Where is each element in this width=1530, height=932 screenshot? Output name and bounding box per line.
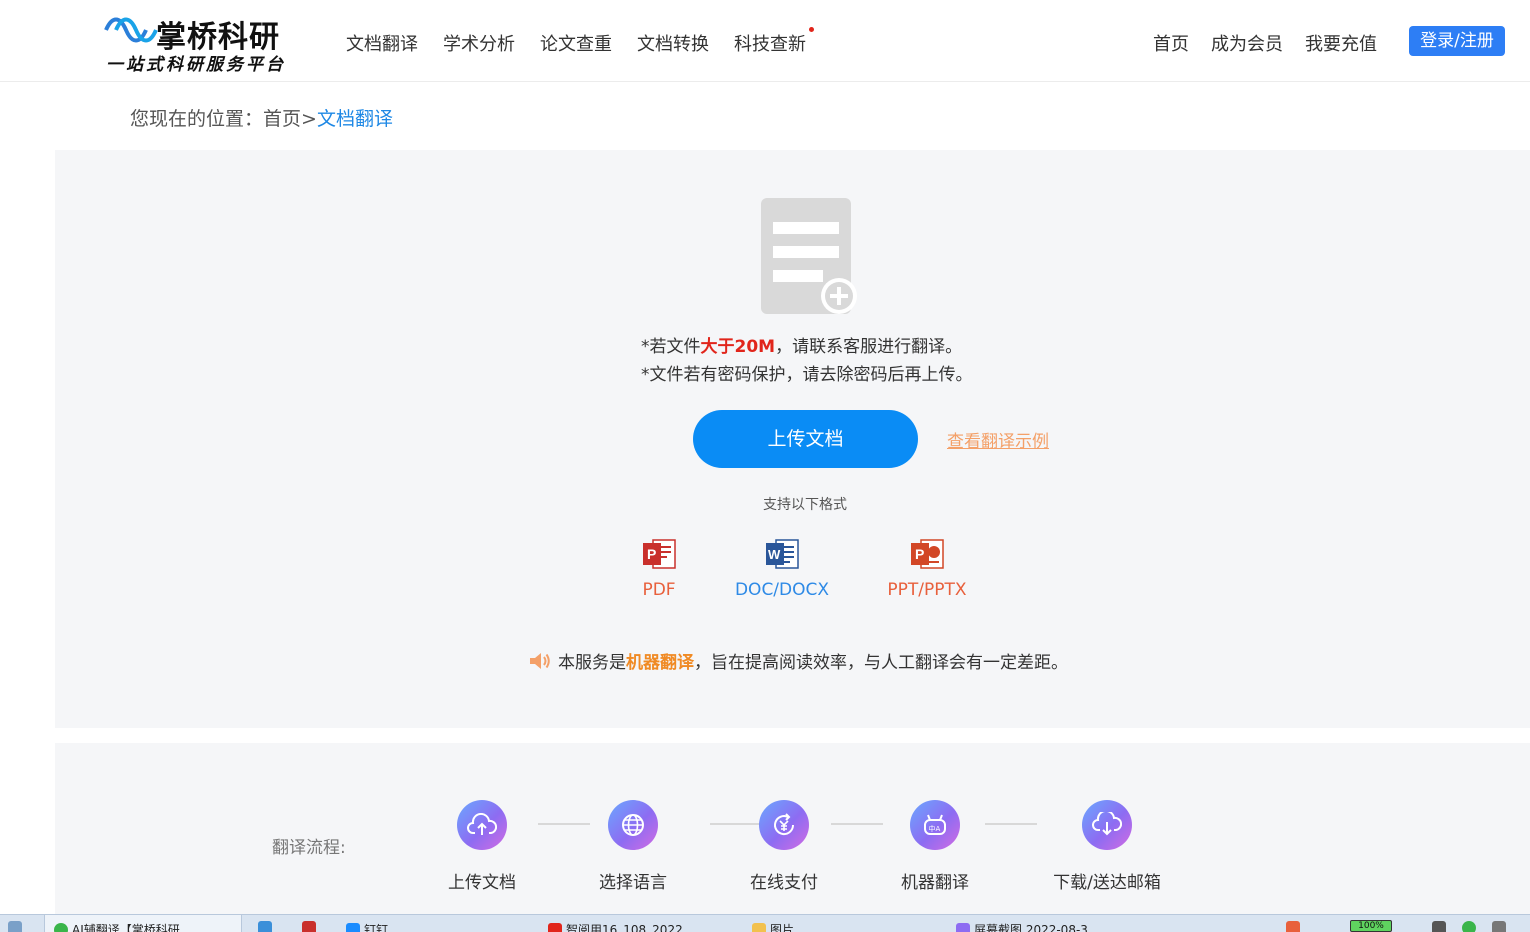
taskbar-folder-label: 图片 <box>770 923 795 932</box>
document-add-icon[interactable] <box>761 198 857 316</box>
step-download: 下载/送达邮箱 <box>1047 800 1167 893</box>
taskbar-app-2[interactable] <box>302 921 320 932</box>
upload-document-button[interactable]: 上传文档 <box>693 410 918 468</box>
format-pdf-label: PDF <box>642 580 676 600</box>
nav-academic-analysis[interactable]: 学术分析 <box>443 30 515 56</box>
nav-home[interactable]: 首页 <box>1153 30 1189 56</box>
main-nav: 文档翻译 学术分析 论文查重 文档转换 科技查新 <box>346 27 831 56</box>
step-machine-translate-label: 机器翻译 <box>901 873 969 893</box>
new-dot-badge <box>809 27 814 32</box>
notice-suffix: ，旨在提高阅读效率，与人工翻译会有一定差距。 <box>694 653 1068 673</box>
tray-icon-3[interactable] <box>1492 921 1510 932</box>
app-icon <box>302 921 316 932</box>
wave-logo-icon <box>104 17 158 43</box>
tray-icon <box>1462 921 1476 932</box>
step-download-label: 下载/送达邮箱 <box>1053 873 1161 893</box>
upload-notes: *若文件大于20M，请联系客服进行翻译。 *文件若有密码保护，请去除密码后再上传… <box>641 333 973 389</box>
taskbar-folder[interactable]: 图片 <box>752 921 794 932</box>
powerpoint-file-icon: P <box>911 539 944 569</box>
format-ppt: P PPT/PPTX <box>880 538 974 600</box>
svg-text:中A: 中A <box>929 824 941 833</box>
note-password: *文件若有密码保护，请去除密码后再上传。 <box>641 365 973 385</box>
step-payment: 在线支付 <box>734 800 834 893</box>
nav-novelty-search[interactable]: 科技查新 <box>734 27 814 56</box>
robot-translate-icon: 中A <box>910 800 960 850</box>
view-example-link[interactable]: 查看翻译示例 <box>947 427 1049 452</box>
taskbar-browser[interactable]: AI辅翻译【掌桥科研 <box>54 921 180 932</box>
breadcrumb-home[interactable]: 首页 <box>263 108 301 130</box>
breadcrumb-prefix: 您现在的位置： <box>130 108 264 130</box>
step-connector <box>985 823 1037 825</box>
svg-text:W: W <box>768 547 781 562</box>
breadcrumb: 您现在的位置：首页>文档翻译 <box>130 104 393 131</box>
globe-icon <box>608 800 658 850</box>
site-logo[interactable]: 掌桥科研 一站式科研服务平台 <box>104 10 304 75</box>
right-nav: 首页 成为会员 我要充值 <box>1153 30 1399 56</box>
nav-become-member[interactable]: 成为会员 <box>1211 30 1283 56</box>
speaker-icon <box>530 652 550 669</box>
tray-icon-1[interactable] <box>1432 921 1450 932</box>
taskbar-dingtalk[interactable]: 钉钉 <box>346 921 388 932</box>
nav-plagiarism-check[interactable]: 论文查重 <box>540 30 612 56</box>
app-icon <box>258 921 272 932</box>
taskbar-start[interactable] <box>8 921 26 932</box>
note-size-limit: *若文件大于20M，请联系客服进行翻译。 <box>641 333 973 361</box>
format-pdf: P PDF <box>628 538 690 600</box>
taskbar-dingtalk-label: 钉钉 <box>364 923 389 932</box>
nav-recharge[interactable]: 我要充值 <box>1305 30 1377 56</box>
tray-app-icon <box>1286 921 1300 932</box>
tray-icon <box>1492 921 1506 932</box>
breadcrumb-separator: > <box>301 108 317 130</box>
step-machine-translate: 中A 机器翻译 <box>885 800 985 893</box>
note1-suffix: ，请联系客服进行翻译。 <box>775 337 963 357</box>
taskbar-app-1[interactable] <box>258 921 276 932</box>
format-ppt-label: PPT/PPTX <box>887 580 967 600</box>
os-taskbar: AI辅翻译【掌桥科研 钉钉 智阅用16_108_2022 图片 屏幕截图 202… <box>0 914 1530 932</box>
nav-doc-translate[interactable]: 文档翻译 <box>346 30 418 56</box>
word-file-icon: W <box>766 539 799 569</box>
cloud-download-icon <box>1082 800 1132 850</box>
screenshot-icon <box>956 922 970 932</box>
nav-doc-convert[interactable]: 文档转换 <box>637 30 709 56</box>
cloud-upload-icon <box>457 800 507 850</box>
note1-prefix: *若文件 <box>641 337 701 357</box>
step-language: 选择语言 <box>583 800 683 893</box>
svg-text:P: P <box>647 546 656 562</box>
breadcrumb-current[interactable]: 文档翻译 <box>317 108 393 130</box>
taskbar-reader-label: 智阅用16_108_2022 <box>566 923 683 932</box>
battery-indicator: 100% <box>1350 920 1392 932</box>
start-icon <box>8 921 22 932</box>
svg-text:P: P <box>915 546 924 562</box>
step-payment-label: 在线支付 <box>750 873 818 893</box>
login-register-button[interactable]: 登录/注册 <box>1409 26 1505 56</box>
step-connector <box>831 823 883 825</box>
format-doc: W DOC/DOCX <box>726 538 838 600</box>
taskbar-screenshot-label: 屏幕截图 2022-08-3 <box>974 923 1088 932</box>
logo-subtitle: 一站式科研服务平台 <box>106 55 286 75</box>
notice-prefix: 本服务是 <box>558 653 626 673</box>
step-upload: 上传文档 <box>432 800 532 893</box>
tray-icon <box>1432 921 1446 932</box>
top-header: 掌桥科研 一站式科研服务平台 文档翻译 学术分析 论文查重 文档转换 科技查新 … <box>0 0 1530 82</box>
step-language-label: 选择语言 <box>599 873 667 893</box>
nav-novelty-search-label: 科技查新 <box>734 34 806 55</box>
process-label: 翻译流程: <box>272 838 346 858</box>
taskbar-screenshot[interactable]: 屏幕截图 2022-08-3 <box>956 921 1088 932</box>
notice-highlight: 机器翻译 <box>626 653 694 673</box>
browser-icon <box>54 922 68 932</box>
reader-icon <box>548 922 562 932</box>
tray-icon-2[interactable] <box>1462 921 1480 932</box>
taskbar-reader[interactable]: 智阅用16_108_2022 <box>548 921 683 932</box>
pdf-file-icon: P <box>643 539 676 569</box>
machine-translation-notice: 本服务是 机器翻译 ，旨在提高阅读效率，与人工翻译会有一定差距。 <box>528 648 1068 673</box>
folder-icon <box>752 922 766 932</box>
formats-title: 支持以下格式 <box>763 497 847 513</box>
dingtalk-icon <box>346 922 360 932</box>
tray-app[interactable] <box>1286 921 1304 932</box>
format-doc-label: DOC/DOCX <box>734 580 830 600</box>
taskbar-browser-label: AI辅翻译【掌桥科研 <box>72 923 180 932</box>
step-upload-label: 上传文档 <box>448 873 516 893</box>
note1-highlight: 大于20M <box>700 337 776 357</box>
payment-icon <box>759 800 809 850</box>
